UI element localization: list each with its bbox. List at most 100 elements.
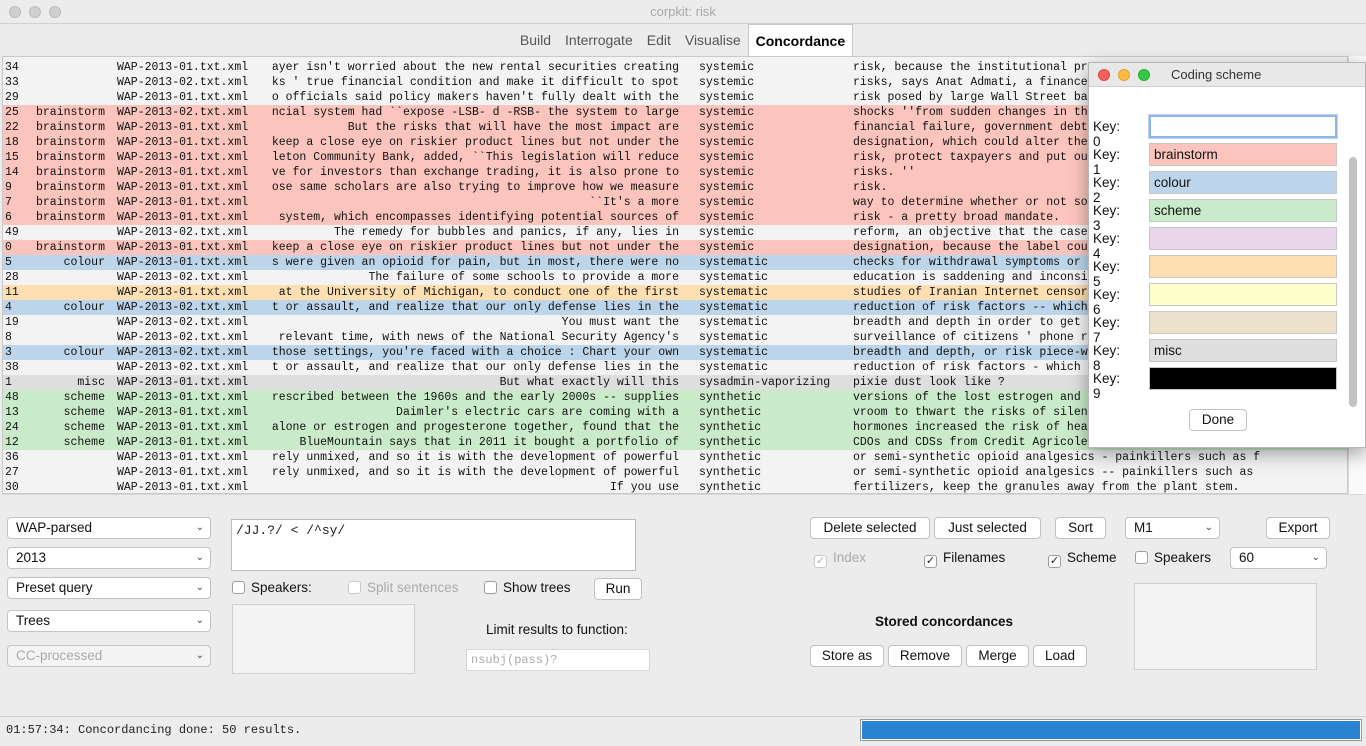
- tab-visualise[interactable]: Visualise: [678, 24, 748, 56]
- concordance-mid: systematic: [699, 346, 769, 359]
- speakers-checkbox[interactable]: Speakers:: [232, 580, 312, 596]
- scheme-checkbox[interactable]: ✓ Scheme: [1048, 550, 1117, 568]
- search-type-select[interactable]: Trees ⌄: [7, 610, 211, 632]
- export-button[interactable]: Export: [1266, 517, 1330, 539]
- concordance-mid: systemic: [699, 136, 755, 149]
- key-code-input[interactable]: [1149, 115, 1337, 138]
- window-title: corpkit: risk: [650, 4, 716, 19]
- concordance-idx: 28: [5, 271, 19, 284]
- concordance-code: brainstorm: [35, 136, 105, 149]
- stored-concordances-listbox[interactable]: [1134, 583, 1317, 670]
- concordance-file: WAP-2013-02.txt.xml: [117, 106, 249, 119]
- concordance-idx: 30: [5, 481, 19, 494]
- subcorpus-select[interactable]: 2013 ⌄: [7, 547, 211, 569]
- concordance-mid: systemic: [699, 76, 755, 89]
- store-as-button[interactable]: Store as: [810, 645, 884, 667]
- concordance-code: scheme: [63, 391, 105, 404]
- minimize-icon[interactable]: [1118, 69, 1130, 81]
- concordance-idx: 7: [5, 196, 12, 209]
- show-trees-checkbox[interactable]: Show trees: [484, 580, 571, 596]
- chevron-down-icon: ⌄: [195, 522, 204, 533]
- sort-button[interactable]: Sort: [1055, 517, 1106, 539]
- concordance-row[interactable]: 30 WAP-2013-01.txt.xml If you use synthetic…: [3, 480, 1347, 494]
- remove-button[interactable]: Remove: [888, 645, 962, 667]
- concordance-file: WAP-2013-01.txt.xml: [117, 211, 249, 224]
- concordance-file: WAP-2013-02.txt.xml: [117, 271, 249, 284]
- concordance-mid: systemic: [699, 106, 755, 119]
- concordance-mid: systemic: [699, 121, 755, 134]
- key-code-input[interactable]: [1149, 283, 1337, 306]
- concordance-file: WAP-2013-01.txt.xml: [117, 121, 249, 134]
- close-icon[interactable]: [1098, 69, 1110, 81]
- key-code-input[interactable]: [1149, 255, 1337, 278]
- key-code-input[interactable]: [1149, 367, 1337, 390]
- concordance-code: brainstorm: [35, 196, 105, 209]
- preset-query-select[interactable]: Preset query ⌄: [7, 577, 211, 599]
- key-label: Key: 2: [1093, 175, 1121, 205]
- run-button[interactable]: Run: [594, 578, 642, 600]
- sort-by-select[interactable]: M1 ⌄: [1125, 517, 1220, 539]
- chevron-down-icon: ⌄: [195, 615, 204, 626]
- window-size-select[interactable]: 60 ⌄: [1230, 547, 1327, 569]
- concordance-file: WAP-2013-01.txt.xml: [117, 136, 249, 149]
- concordance-mid: systematic: [699, 256, 769, 269]
- key-code-input[interactable]: [1149, 311, 1337, 334]
- limit-function-input[interactable]: nsubj(pass)?: [466, 649, 650, 671]
- concordance-file: WAP-2013-01.txt.xml: [117, 151, 249, 164]
- concordance-left: Daimler's electric cars are coming with …: [396, 406, 679, 419]
- tab-concordance[interactable]: Concordance: [747, 24, 854, 57]
- delete-selected-button[interactable]: Delete selected: [810, 517, 930, 539]
- done-button[interactable]: Done: [1189, 409, 1247, 431]
- concordance-right: or semi-synthetic opioid analgesics -- p…: [853, 466, 1254, 479]
- tab-interrogate[interactable]: Interrogate: [558, 24, 640, 56]
- concordance-file: WAP-2013-01.txt.xml: [117, 466, 249, 479]
- concordance-left: s were given an opioid for pain, but in …: [271, 256, 679, 269]
- dialog-scrollbar[interactable]: [1349, 157, 1357, 407]
- concordance-row[interactable]: 27 WAP-2013-01.txt.xml rely unmixed, and s…: [3, 465, 1347, 480]
- concordance-idx: 38: [5, 361, 19, 374]
- concordance-left: t or assault, and realize that our only …: [271, 301, 679, 314]
- key-code-input[interactable]: brainstorm: [1149, 143, 1337, 166]
- key-code-input[interactable]: colour: [1149, 171, 1337, 194]
- concordance-mid: synthetic: [699, 421, 762, 434]
- concordance-file: WAP-2013-01.txt.xml: [117, 391, 249, 404]
- concordance-mid: systemic: [699, 91, 755, 104]
- concordance-file: WAP-2013-01.txt.xml: [117, 61, 249, 74]
- concordance-mid: synthetic: [699, 451, 762, 464]
- concordance-file: WAP-2013-02.txt.xml: [117, 361, 249, 374]
- speakers-listbox[interactable]: [232, 604, 415, 674]
- query-input[interactable]: /JJ.?/ < /^sy/: [231, 519, 636, 571]
- concordance-left: t or assault, and realize that our only …: [271, 361, 679, 374]
- concordance-left: The failure of some schools to provide a…: [368, 271, 679, 284]
- concordance-code: colour: [63, 256, 105, 269]
- merge-button[interactable]: Merge: [966, 645, 1029, 667]
- corpus-select[interactable]: WAP-parsed ⌄: [7, 517, 211, 539]
- tab-build[interactable]: Build: [513, 24, 558, 56]
- concordance-idx: 1: [5, 376, 12, 389]
- concordance-mid: systemic: [699, 211, 755, 224]
- concordance-code: colour: [63, 301, 105, 314]
- concordance-idx: 15: [5, 151, 19, 164]
- key-code-input[interactable]: [1149, 227, 1337, 250]
- concordance-left: ks ' true financial condition and make i…: [271, 76, 679, 89]
- concordance-mid: systemic: [699, 181, 755, 194]
- concordance-idx: 33: [5, 76, 19, 89]
- concordance-row[interactable]: 36 WAP-2013-01.txt.xml rely unmixed, and s…: [3, 450, 1347, 465]
- speakers-show-checkbox[interactable]: Speakers: [1135, 550, 1211, 566]
- key-code-input[interactable]: misc: [1149, 339, 1337, 362]
- just-selected-button[interactable]: Just selected: [934, 517, 1041, 539]
- key-code-input[interactable]: scheme: [1149, 199, 1337, 222]
- concordance-idx: 14: [5, 166, 19, 179]
- concordance-idx: 11: [5, 286, 19, 299]
- concordance-code: brainstorm: [35, 241, 105, 254]
- concordance-file: WAP-2013-02.txt.xml: [117, 331, 249, 344]
- zoom-icon[interactable]: [1138, 69, 1150, 81]
- concordance-file: WAP-2013-01.txt.xml: [117, 166, 249, 179]
- load-button[interactable]: Load: [1033, 645, 1087, 667]
- concordance-mid: synthetic: [699, 466, 762, 479]
- key-label: Key: 1: [1093, 147, 1121, 177]
- concordance-code: brainstorm: [35, 211, 105, 224]
- tab-edit[interactable]: Edit: [640, 24, 678, 56]
- filenames-checkbox[interactable]: ✓ Filenames: [924, 550, 1005, 568]
- horizontal-scrollbar[interactable]: [2, 494, 1364, 508]
